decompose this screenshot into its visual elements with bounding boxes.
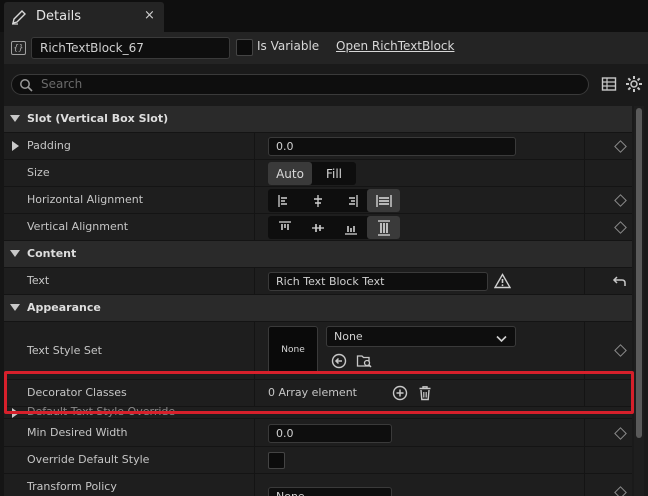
- chevron-down-icon: [496, 333, 507, 346]
- size-auto-button[interactable]: Auto: [268, 162, 312, 185]
- row-text-style-set: Text Style Set None None: [4, 322, 632, 380]
- trash-icon[interactable]: [418, 385, 432, 404]
- details-panel: {} RichTextBlock_67 Is Variable Open Ric…: [4, 32, 648, 496]
- section-title: Appearance: [27, 301, 101, 314]
- vertical-alignment-group: [268, 216, 400, 239]
- is-variable-label: Is Variable: [257, 39, 320, 53]
- search-placeholder: Search: [41, 77, 83, 91]
- use-selected-arrow-icon[interactable]: [331, 353, 347, 372]
- row-horizontal-alignment: Horizontal Alignment: [4, 187, 632, 214]
- property-label: Decorator Classes: [27, 386, 127, 399]
- row-text: Text Rich Text Block Text: [4, 268, 632, 295]
- size-fill-button[interactable]: Fill: [312, 162, 356, 185]
- row-vertical-alignment: Vertical Alignment: [4, 214, 632, 241]
- section-title: Content: [27, 247, 77, 260]
- reset-arrow-icon[interactable]: [612, 274, 627, 291]
- align-left-icon[interactable]: [268, 189, 301, 212]
- align-middle-icon[interactable]: [301, 216, 334, 239]
- align-center-icon[interactable]: [301, 189, 334, 212]
- expand-caret-icon[interactable]: [12, 408, 19, 418]
- align-top-icon[interactable]: [268, 216, 301, 239]
- property-label: Horizontal Alignment: [27, 193, 144, 206]
- align-bottom-icon[interactable]: [334, 216, 367, 239]
- partial-dropdown[interactable]: None: [268, 487, 392, 496]
- row-partial: Transform Policy None: [4, 474, 632, 496]
- property-label: Transform Policy: [27, 480, 117, 493]
- collapse-caret-icon[interactable]: [10, 115, 20, 122]
- size-toggle: Auto Fill: [268, 162, 356, 185]
- section-content[interactable]: Content: [4, 241, 632, 268]
- row-default-text-style-override[interactable]: Default Text Style Override: [4, 407, 632, 419]
- property-label: Min Desired Width: [27, 426, 128, 439]
- keyframe-diamond-icon[interactable]: [614, 344, 627, 357]
- horizontal-alignment-group: [268, 189, 400, 212]
- property-label: Text: [27, 274, 50, 287]
- warning-icon[interactable]: [493, 273, 512, 292]
- row-min-desired-width: Min Desired Width 0.0: [4, 419, 632, 447]
- browse-folder-icon[interactable]: [356, 353, 373, 372]
- text-input[interactable]: Rich Text Block Text: [268, 272, 488, 291]
- array-count: 0 Array element: [268, 386, 357, 399]
- keyframe-diamond-icon[interactable]: [614, 221, 627, 234]
- override-default-style-checkbox[interactable]: [268, 452, 285, 469]
- row-decorator-classes: Decorator Classes 0 Array element: [4, 380, 632, 407]
- align-vfill-icon[interactable]: [367, 216, 400, 239]
- keyframe-diamond-icon[interactable]: [614, 486, 627, 496]
- search-icon: [19, 78, 33, 95]
- row-size: Size Auto Fill: [4, 160, 632, 187]
- scrollbar-thumb[interactable]: [636, 108, 642, 438]
- search-input[interactable]: Search: [11, 74, 589, 95]
- property-label: Padding: [27, 139, 71, 152]
- property-label: Override Default Style: [27, 453, 150, 466]
- asset-thumbnail[interactable]: None: [268, 326, 318, 374]
- property-label: Default Text Style Override: [27, 407, 176, 418]
- min-desired-width-input[interactable]: 0.0: [268, 424, 392, 443]
- property-label: Text Style Set: [27, 344, 102, 357]
- widget-name-icon: {}: [11, 41, 26, 55]
- property-list: Slot (Vertical Box Slot) Padding 0.0 Siz…: [4, 106, 632, 496]
- widget-header: {} RichTextBlock_67 Is Variable Open Ric…: [4, 32, 648, 64]
- padding-input[interactable]: 0.0: [268, 137, 516, 156]
- align-right-icon[interactable]: [334, 189, 367, 212]
- section-appearance[interactable]: Appearance: [4, 295, 632, 322]
- is-variable-checkbox[interactable]: [236, 39, 253, 56]
- collapse-caret-icon[interactable]: [10, 250, 20, 257]
- table-view-icon[interactable]: [601, 76, 617, 95]
- section-title: Slot (Vertical Box Slot): [27, 112, 169, 125]
- section-slot[interactable]: Slot (Vertical Box Slot): [4, 106, 632, 133]
- gear-icon[interactable]: [625, 75, 643, 96]
- search-row: Search: [4, 70, 648, 98]
- property-label: Vertical Alignment: [27, 220, 129, 233]
- property-label: Size: [27, 166, 50, 179]
- keyframe-diamond-icon[interactable]: [614, 140, 627, 153]
- row-padding: Padding 0.0: [4, 133, 632, 160]
- close-icon[interactable]: ×: [144, 8, 155, 23]
- row-override-default-style: Override Default Style: [4, 447, 632, 474]
- scrollbar[interactable]: [634, 106, 644, 496]
- align-fill-icon[interactable]: [367, 189, 400, 212]
- open-richtextblock-link[interactable]: Open RichTextBlock: [336, 39, 454, 53]
- text-style-set-dropdown[interactable]: None: [326, 326, 516, 347]
- tab-bar: Details ×: [0, 0, 648, 32]
- pencil-icon: [10, 8, 28, 29]
- expand-caret-icon[interactable]: [12, 141, 19, 151]
- add-element-icon[interactable]: [392, 385, 408, 404]
- tab-details[interactable]: Details ×: [4, 2, 164, 32]
- dropdown-value: None: [334, 330, 363, 343]
- tab-title: Details: [36, 9, 82, 24]
- widget-name-input[interactable]: RichTextBlock_67: [31, 37, 230, 59]
- keyframe-diamond-icon[interactable]: [614, 427, 627, 440]
- keyframe-diamond-icon[interactable]: [614, 194, 627, 207]
- collapse-caret-icon[interactable]: [10, 304, 20, 311]
